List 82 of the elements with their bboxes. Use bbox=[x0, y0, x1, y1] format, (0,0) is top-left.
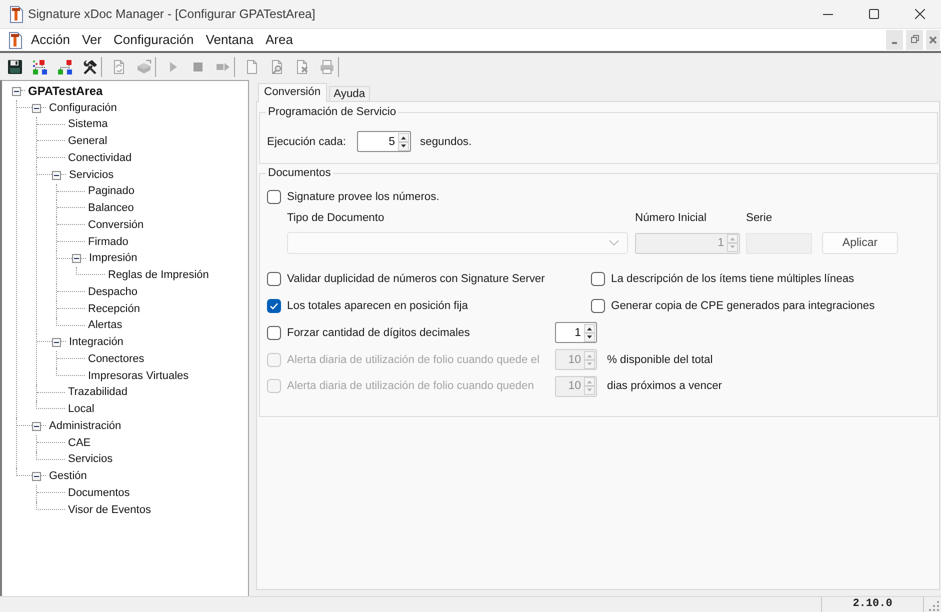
app-icon bbox=[8, 5, 24, 23]
field-label: dias próximos a vencer bbox=[607, 380, 722, 392]
tree-item[interactable]: Sistema bbox=[67, 117, 109, 132]
number-spinner[interactable]: 1 bbox=[555, 322, 597, 344]
field-label: % disponible del total bbox=[607, 354, 713, 366]
tree-item[interactable]: Conectores bbox=[87, 352, 146, 367]
tree-item[interactable]: Administración bbox=[48, 418, 122, 434]
checkbox[interactable] bbox=[267, 299, 281, 314]
checkbox[interactable] bbox=[267, 272, 281, 286]
menu-item[interactable]: Ventana bbox=[200, 31, 260, 49]
number-spinner[interactable]: 5 bbox=[357, 131, 411, 152]
tools-icon[interactable] bbox=[82, 58, 98, 74]
caret-down-icon[interactable] bbox=[398, 142, 409, 150]
field-label: Tipo de Documento bbox=[287, 211, 386, 225]
caret-down-icon[interactable] bbox=[584, 332, 595, 342]
minus-box-icon[interactable] bbox=[32, 422, 41, 431]
tree-item[interactable]: Balanceo bbox=[87, 201, 135, 216]
tab[interactable]: Conversión bbox=[258, 83, 327, 102]
tree-item[interactable]: Reglas de Impresión bbox=[107, 268, 210, 284]
close-icon[interactable] bbox=[915, 9, 925, 19]
tree-item[interactable]: General bbox=[67, 134, 108, 150]
maximize-icon[interactable] bbox=[869, 9, 879, 19]
tab[interactable]: Ayuda bbox=[328, 86, 370, 101]
checkbox-label: Forzar cantidad de dígitos decimales bbox=[287, 326, 470, 339]
field-label: Serie bbox=[746, 211, 774, 225]
minus-box-icon[interactable] bbox=[72, 254, 81, 264]
group-title: Programación de Servicio bbox=[267, 105, 398, 120]
apply-button[interactable]: Aplicar bbox=[822, 232, 898, 254]
caret-up-icon[interactable] bbox=[398, 132, 409, 142]
restore-icon[interactable] bbox=[906, 30, 923, 50]
checkbox-label: La descripción de los ítems tiene múltiples líneas bbox=[611, 273, 854, 286]
tree-item[interactable]: Paginado bbox=[87, 184, 136, 200]
checkbox-label: Alerta diaria de utilización de folio cuando quede el bbox=[287, 354, 540, 366]
tree-item[interactable]: Documentos bbox=[67, 486, 131, 501]
minus-box-icon[interactable] bbox=[32, 104, 41, 113]
tree-item[interactable]: Trazabilidad bbox=[67, 385, 129, 400]
tree-item[interactable]: Impresoras Virtuales bbox=[87, 368, 190, 384]
menu-item[interactable]: Configuración bbox=[108, 31, 200, 49]
caret-up-icon[interactable] bbox=[584, 324, 595, 333]
checkbox[interactable] bbox=[267, 190, 281, 204]
tree-item[interactable]: Recepción bbox=[87, 302, 141, 317]
app-icon bbox=[7, 31, 23, 49]
window-title: Signature xDoc Manager - [Configurar GPATestArea] bbox=[28, 7, 316, 21]
tree-item[interactable]: Servicios bbox=[68, 168, 115, 183]
checkbox-label: Signature provee los números. bbox=[287, 191, 440, 203]
tree-item[interactable]: Gestión bbox=[48, 469, 88, 484]
tree-item[interactable]: Firmado bbox=[87, 234, 130, 250]
field-label: segundos. bbox=[420, 136, 472, 148]
tree-item[interactable]: Configuración bbox=[48, 100, 118, 116]
checkbox-label: Alerta diaria de utilización de folio cuando queden bbox=[287, 380, 534, 392]
checkbox-label: Los totales aparecen en posición fija bbox=[287, 300, 468, 312]
tree-item[interactable]: Alertas bbox=[87, 318, 124, 334]
tree-item[interactable]: Despacho bbox=[87, 284, 139, 300]
tree-item[interactable]: Integración bbox=[68, 335, 124, 350]
node-tree-icon[interactable] bbox=[57, 58, 73, 74]
resize-grip-icon[interactable] bbox=[929, 601, 939, 611]
checkbox[interactable] bbox=[267, 326, 281, 340]
tree-item[interactable]: GPATestArea bbox=[27, 84, 104, 99]
tree-item[interactable]: Impresión bbox=[88, 251, 138, 266]
checkbox-label: Generar copia de CPE generados para integraciones bbox=[611, 300, 875, 312]
menu-item[interactable]: Area bbox=[259, 31, 299, 49]
tree-item[interactable]: Local bbox=[67, 402, 96, 418]
field-label: Ejecución cada: bbox=[267, 136, 347, 148]
checkbox[interactable] bbox=[591, 299, 605, 314]
tree-item[interactable]: Servicios bbox=[67, 452, 114, 468]
minus-box-icon[interactable] bbox=[52, 338, 61, 348]
tree-item[interactable]: Conversión bbox=[87, 218, 145, 233]
tree-item[interactable]: Visor de Eventos bbox=[67, 502, 152, 518]
menu-item[interactable]: Acción bbox=[25, 31, 76, 49]
version-label: 2.10.0 bbox=[821, 597, 924, 612]
group-title: Documentos bbox=[267, 166, 332, 181]
checkbox[interactable] bbox=[591, 272, 605, 286]
tree-item[interactable]: Conectividad bbox=[67, 150, 133, 166]
checkbox-label: Validar duplicidad de números con Signature Server bbox=[287, 273, 545, 286]
menu-item[interactable]: Ver bbox=[76, 31, 108, 49]
minus-box-icon[interactable] bbox=[52, 170, 61, 180]
minus-box-icon[interactable] bbox=[32, 472, 41, 482]
field-label: Número Inicial bbox=[635, 211, 708, 225]
node-tree-icon[interactable] bbox=[32, 58, 48, 74]
minus-box-icon[interactable] bbox=[12, 86, 21, 96]
tree-item[interactable]: CAE bbox=[67, 436, 92, 451]
save-icon[interactable] bbox=[7, 58, 23, 74]
